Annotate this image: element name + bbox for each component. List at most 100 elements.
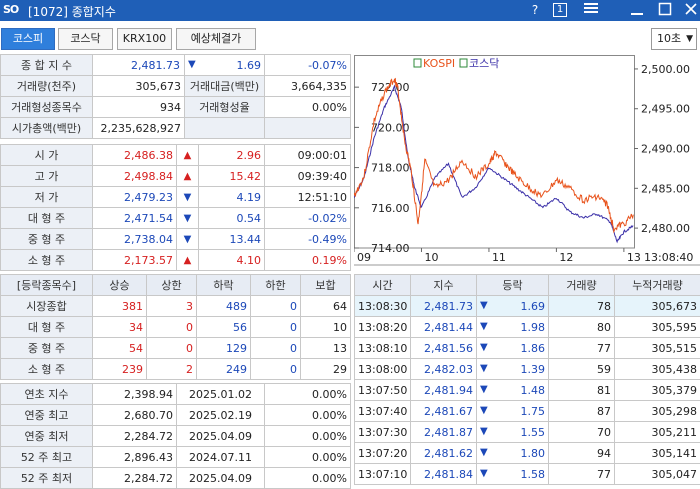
trade-change: 1.80 xyxy=(521,447,546,460)
trade-row[interactable]: 13:07:102,481.84▼1.5877305,047 xyxy=(355,464,700,485)
trade-index: 2,481.94 xyxy=(411,380,477,401)
trade-cum-volume: 305,438 xyxy=(615,359,700,380)
x-tick-label: 13 xyxy=(627,251,641,264)
trade-index: 2,481.73 xyxy=(411,296,477,317)
lower-limit: 0 xyxy=(251,296,301,317)
price-row: 대 형 주2,471.54▼0.54-0.02% xyxy=(1,208,351,229)
price-extra: 12:51:10 xyxy=(265,187,351,208)
legend-kospi: KOSPI xyxy=(423,57,455,70)
volume-value: 305,673 xyxy=(93,76,185,97)
formed-rate-value: 0.00% xyxy=(265,97,351,118)
x-tick-label: 09 xyxy=(357,251,371,264)
decliners: 56 xyxy=(197,317,251,338)
formed-rate-label: 거래형성율 xyxy=(185,97,265,118)
right-tick-label: 2,495.00 xyxy=(641,103,690,116)
down-arrow-icon: ▼ xyxy=(188,59,196,70)
down-arrow-icon: ▼ xyxy=(480,321,488,332)
index-label: 종 합 지 수 xyxy=(1,55,93,76)
help-button[interactable]: ? xyxy=(526,2,544,18)
price-value: 2,738.04 xyxy=(93,229,177,250)
advancers: 381 xyxy=(93,296,147,317)
trade-time: 13:07:20 xyxy=(355,443,411,464)
price-extra: 0.19% xyxy=(265,250,351,271)
trade-volume: 70 xyxy=(549,422,615,443)
breadth-row: 소 형 주2392249029 xyxy=(1,359,351,380)
trade-cum-volume: 305,515 xyxy=(615,338,700,359)
close-icon[interactable] xyxy=(682,2,700,18)
history-row: 52 주 최저2,284.722025.04.090.00% xyxy=(1,468,351,489)
trade-row[interactable]: 13:07:302,481.87▼1.5570305,211 xyxy=(355,422,700,443)
history-date: 2025.04.09 xyxy=(177,426,265,447)
empty-cell xyxy=(185,118,265,139)
tab-kospi[interactable]: 코스피 xyxy=(1,28,55,50)
trade-time: 13:08:00 xyxy=(355,359,411,380)
trade-volume: 87 xyxy=(549,401,615,422)
price-extra: -0.02% xyxy=(265,208,351,229)
trade-change: 1.58 xyxy=(521,468,546,481)
lower-limit: 0 xyxy=(251,338,301,359)
trade-row[interactable]: 13:08:302,481.73▼1.6978305,673 xyxy=(355,296,700,317)
price-change: 0.54 xyxy=(199,208,265,229)
history-value: 2,398.94 xyxy=(93,384,177,405)
interval-select[interactable]: 10초 ▼ xyxy=(651,28,697,50)
history-pct: 0.00% xyxy=(265,384,351,405)
price-row: 고 가2,498.84▲15.4209:39:40 xyxy=(1,166,351,187)
down-arrow-icon: ▼ xyxy=(480,447,488,458)
formed-count-label: 거래형성종목수 xyxy=(1,97,93,118)
window-number-badge[interactable]: 1 xyxy=(553,3,567,17)
interval-value: 10초 xyxy=(657,32,681,45)
price-extra: -0.49% xyxy=(265,229,351,250)
trade-volume: 77 xyxy=(549,338,615,359)
trade-change-cell: ▼1.75 xyxy=(477,401,549,422)
price-extra: 09:39:40 xyxy=(265,166,351,187)
trade-row[interactable]: 13:07:502,481.94▼1.4881305,379 xyxy=(355,380,700,401)
trade-row[interactable]: 13:07:202,481.62▼1.8094305,141 xyxy=(355,443,700,464)
up-arrow-icon: ▲ xyxy=(177,250,199,271)
tab-expected-price[interactable]: 예상체결가 xyxy=(176,28,256,50)
left-tick-label: 716.00 xyxy=(371,202,410,215)
column-header[interactable]: 등락 xyxy=(477,275,549,296)
down-arrow-icon: ▼ xyxy=(177,208,199,229)
advancers: 34 xyxy=(93,317,147,338)
down-arrow-icon: ▼ xyxy=(480,405,488,416)
trade-cum-volume: 305,298 xyxy=(615,401,700,422)
decliners: 129 xyxy=(197,338,251,359)
upper-limit: 2 xyxy=(147,359,197,380)
trade-index: 2,482.03 xyxy=(411,359,477,380)
trade-change-cell: ▼1.86 xyxy=(477,338,549,359)
trade-time: 13:07:50 xyxy=(355,380,411,401)
column-header: 상승 xyxy=(93,275,147,296)
chevron-down-icon: ▼ xyxy=(686,29,693,49)
column-header[interactable]: 거래량 xyxy=(549,275,615,296)
price-label: 저 가 xyxy=(1,187,93,208)
down-arrow-icon: ▼ xyxy=(177,187,199,208)
hamburger-icon[interactable] xyxy=(582,2,600,18)
trade-row[interactable]: 13:07:402,481.67▼1.7587305,298 xyxy=(355,401,700,422)
maximize-icon[interactable] xyxy=(656,2,674,18)
column-header[interactable]: 시간 xyxy=(355,275,411,296)
tab-krx100[interactable]: KRX100 xyxy=(117,28,172,50)
trade-row[interactable]: 13:08:102,481.56▼1.8677305,515 xyxy=(355,338,700,359)
down-arrow-icon: ▼ xyxy=(480,300,488,311)
unchanged: 64 xyxy=(301,296,351,317)
trade-change-cell: ▼1.55 xyxy=(477,422,549,443)
history-row: 연중 최고2,680.702025.02.190.00% xyxy=(1,405,351,426)
breadth-row: 대 형 주34056010 xyxy=(1,317,351,338)
column-header[interactable]: 지수 xyxy=(411,275,477,296)
app-logo: SO xyxy=(3,3,18,16)
history-label: 52 주 최고 xyxy=(1,447,93,468)
price-value: 2,173.57 xyxy=(93,250,177,271)
trade-row[interactable]: 13:08:202,481.44▼1.9880305,595 xyxy=(355,317,700,338)
trade-time: 13:07:30 xyxy=(355,422,411,443)
trade-row[interactable]: 13:08:002,482.03▼1.3959305,438 xyxy=(355,359,700,380)
minimize-icon[interactable] xyxy=(628,2,646,18)
legend-marker-kospi xyxy=(414,59,421,67)
history-row: 연초 지수2,398.942025.01.020.00% xyxy=(1,384,351,405)
history-label: 연중 최고 xyxy=(1,405,93,426)
column-header[interactable]: 누적거래량 xyxy=(615,275,700,296)
volume-label: 거래량(천주) xyxy=(1,76,93,97)
tab-kosdaq[interactable]: 코스닥 xyxy=(58,28,113,50)
advancers: 239 xyxy=(93,359,147,380)
history-row: 52 주 최고2,896.432024.07.110.00% xyxy=(1,447,351,468)
history-label: 연중 최저 xyxy=(1,426,93,447)
